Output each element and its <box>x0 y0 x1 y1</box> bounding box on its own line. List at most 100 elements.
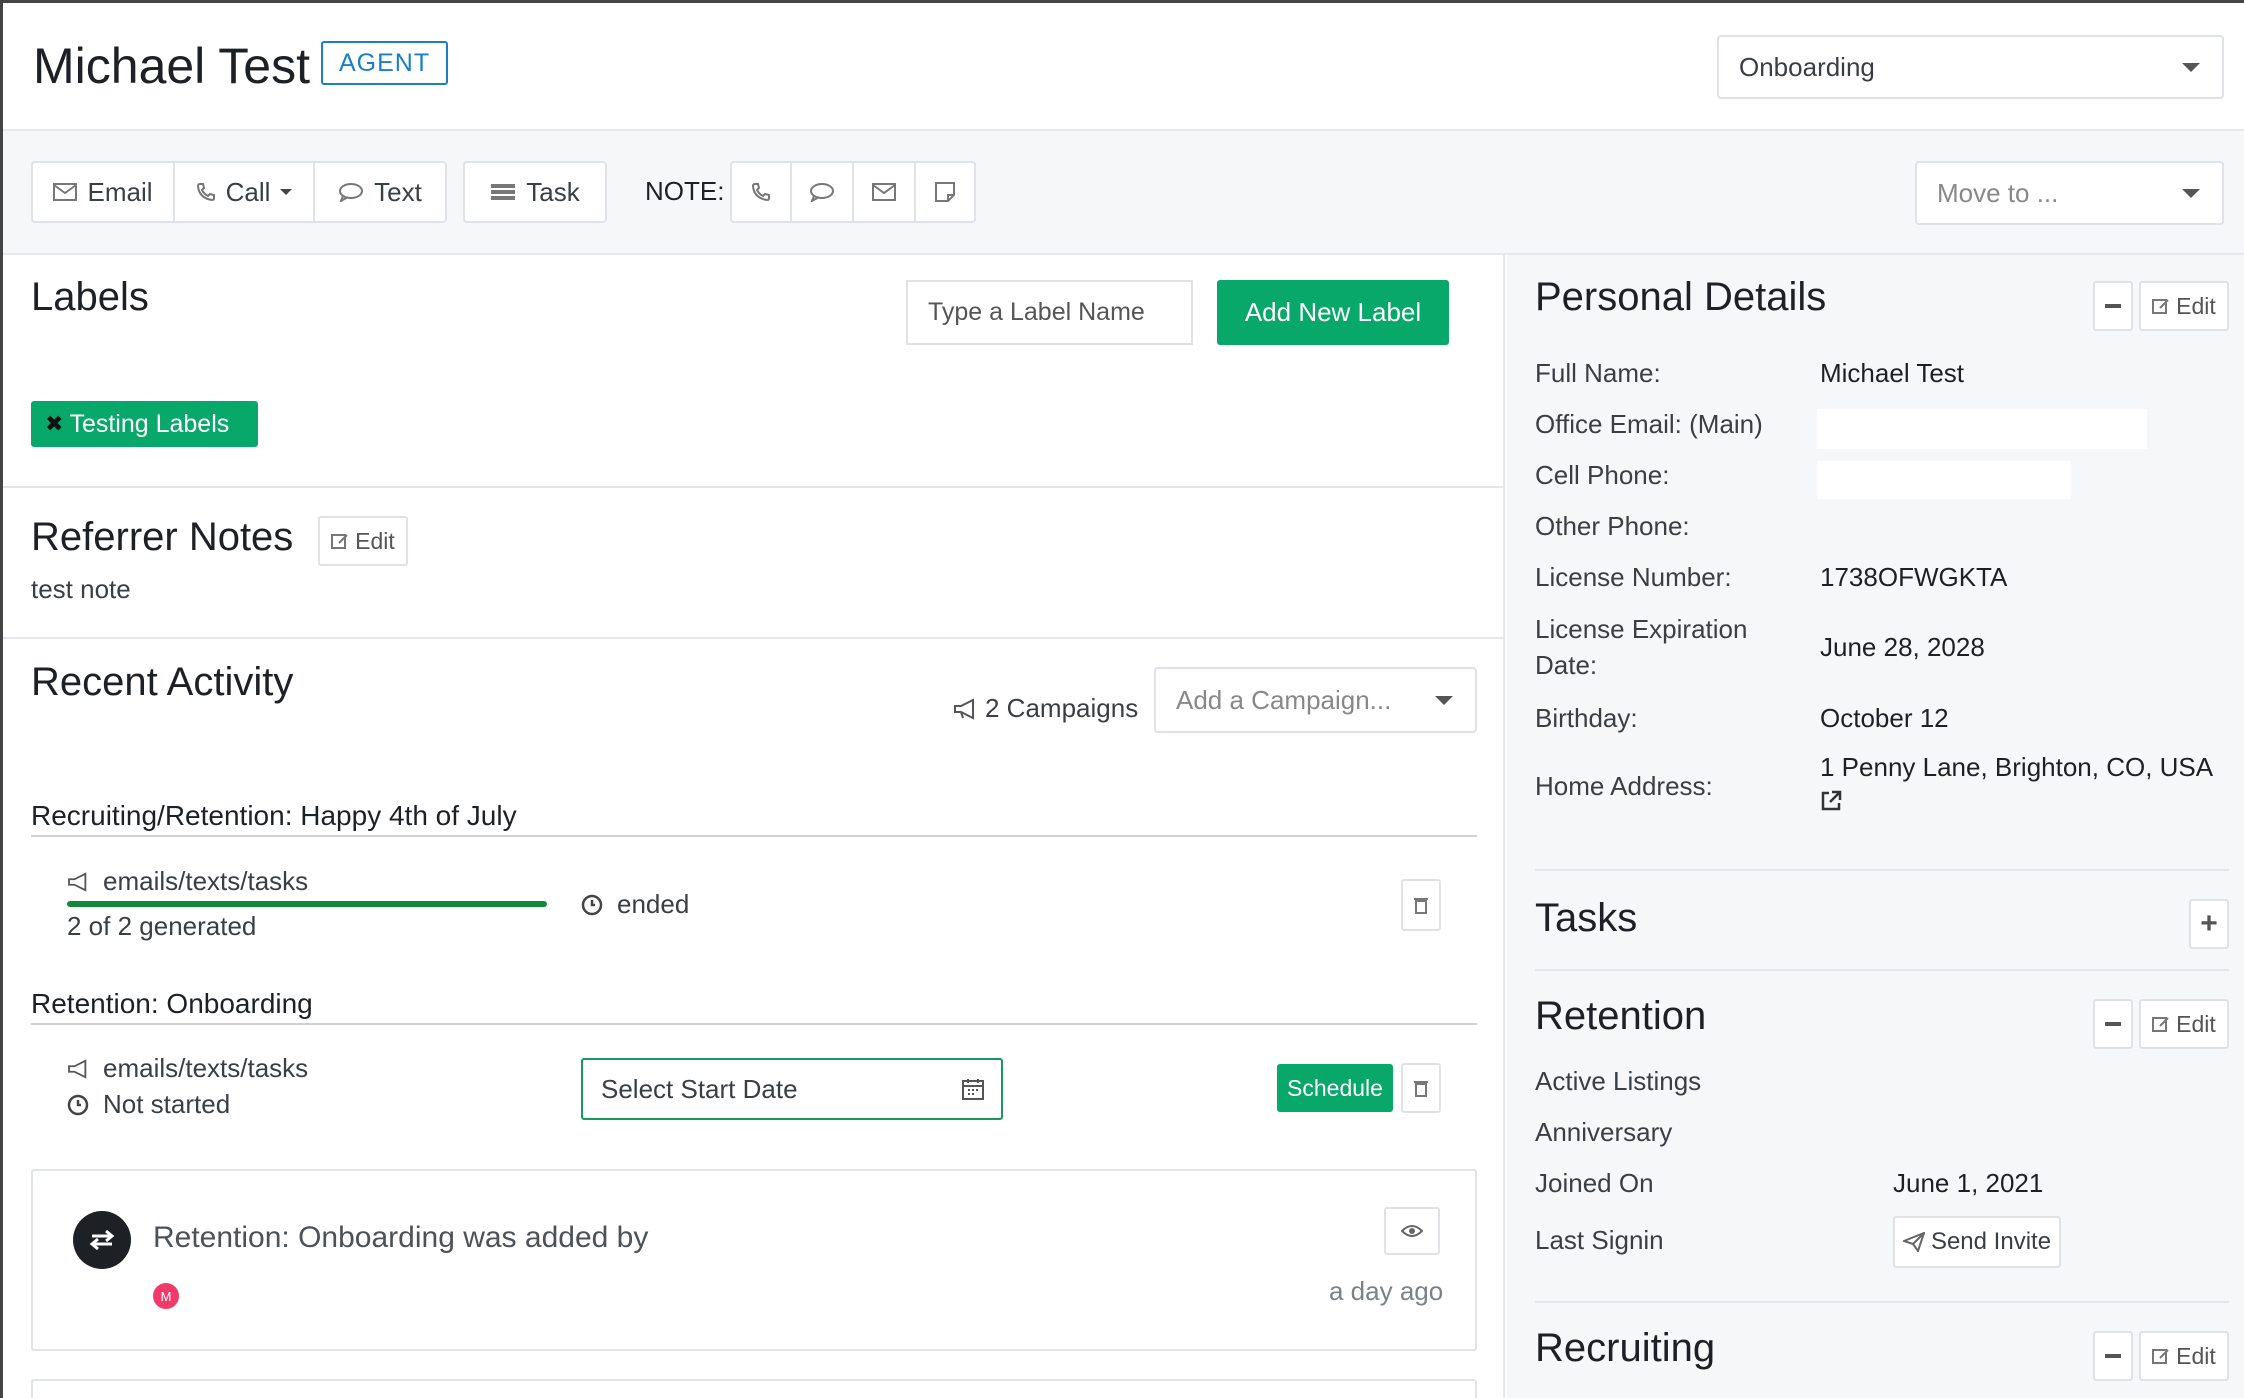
personal-details-heading: Personal Details <box>1535 275 1827 319</box>
retention-edit-button[interactable]: Edit <box>2139 999 2229 1049</box>
referrer-edit-button[interactable]: Edit <box>318 516 408 566</box>
minus-icon <box>2105 1354 2121 1358</box>
remove-label-icon[interactable]: ✖ <box>45 411 63 437</box>
start-date-placeholder: Select Start Date <box>601 1074 798 1104</box>
campaign-status-text: ended <box>617 889 690 919</box>
active-listings-label: Active Listings <box>1535 1066 1702 1096</box>
megaphone-icon <box>68 871 87 892</box>
collapse-retention-button[interactable] <box>2093 999 2133 1049</box>
speech-bubble-icon <box>810 183 834 202</box>
activity-event-text: Retention: Onboarding was added by <box>153 1221 649 1254</box>
tasks-heading: Tasks <box>1535 896 1638 940</box>
view-event-button[interactable] <box>1384 1207 1440 1255</box>
role-badge: AGENT <box>321 41 449 85</box>
envelope-icon <box>872 183 896 201</box>
edit-icon <box>2152 1349 2169 1364</box>
campaign-progress-bar <box>67 901 547 907</box>
joined-on-label: Joined On <box>1535 1168 1654 1198</box>
license-expiration-label-2: Date: <box>1535 650 1598 680</box>
note-text-button[interactable] <box>790 161 854 223</box>
section-divider <box>3 486 1505 488</box>
labels-heading: Labels <box>31 275 149 319</box>
edit-icon <box>2152 299 2169 314</box>
email-button[interactable]: Email <box>31 161 175 223</box>
paper-plane-icon <box>1902 1232 1925 1252</box>
campaigns-count: 2 Campaigns <box>953 693 1138 724</box>
megaphone-icon <box>68 1058 87 1079</box>
envelope-icon <box>53 183 78 201</box>
task-button[interactable]: Task <box>463 161 607 223</box>
campaign-type: emails/texts/tasks <box>67 866 308 897</box>
start-date-input[interactable]: Select Start Date <box>581 1058 1003 1120</box>
schedule-button[interactable]: Schedule <box>1277 1064 1393 1112</box>
add-task-button[interactable]: + <box>2189 899 2229 949</box>
referrer-notes-heading: Referrer Notes <box>31 515 294 559</box>
referrer-note-text: test note <box>31 574 131 604</box>
call-button-label: Call <box>225 176 271 207</box>
swap-icon <box>73 1211 131 1269</box>
campaign-status-text: Not started <box>103 1089 231 1119</box>
move-to-select[interactable]: Move to ... <box>1915 161 2224 225</box>
contact-name: Michael Test <box>33 38 310 94</box>
campaign-divider <box>31 835 1477 837</box>
recent-activity-heading: Recent Activity <box>31 660 294 704</box>
birthday-value: October 12 <box>1820 703 1949 733</box>
recruiting-edit-button[interactable]: Edit <box>2139 1331 2229 1381</box>
action-toolbar: Email Call Text Task NOTE: Move to ... <box>3 131 2244 255</box>
note-label: NOTE: <box>645 176 725 206</box>
collapse-personal-button[interactable] <box>2093 281 2133 331</box>
birthday-label: Birthday: <box>1535 703 1638 733</box>
add-new-label-button[interactable]: Add New Label <box>1217 280 1449 345</box>
trash-icon <box>1414 898 1428 914</box>
phone-icon <box>751 183 770 202</box>
campaign-title: Recruiting/Retention: Happy 4th of July <box>31 800 517 831</box>
sidebar-divider <box>1535 1301 2229 1303</box>
minus-icon <box>2105 1022 2121 1026</box>
note-sticky-button[interactable] <box>914 161 976 223</box>
retention-heading: Retention <box>1535 994 1707 1038</box>
task-button-label: Task <box>526 176 580 207</box>
last-signin-label: Last Signin <box>1535 1225 1664 1255</box>
collapse-recruiting-button[interactable] <box>2093 1331 2133 1381</box>
delete-campaign-button[interactable] <box>1401 879 1441 931</box>
external-link-icon[interactable] <box>1819 789 1843 813</box>
sidebar-divider <box>1535 869 2229 871</box>
campaign-status: ended <box>581 889 689 920</box>
chevron-down-icon <box>2182 63 2200 72</box>
eye-icon <box>1401 1225 1423 1237</box>
full-name-value: Michael Test <box>1820 358 1965 388</box>
sidebar-divider <box>1535 969 2229 971</box>
label-tag[interactable]: ✖ Testing Labels <box>31 401 258 447</box>
label-tag-text: Testing Labels <box>69 409 230 438</box>
license-expiration-value: June 28, 2028 <box>1820 632 1985 662</box>
campaign-generated: 2 of 2 generated <box>67 911 257 941</box>
send-invite-button[interactable]: Send Invite <box>1893 1216 2061 1268</box>
speech-bubble-icon <box>339 183 364 202</box>
cell-phone-value <box>1817 461 2071 499</box>
note-email-button[interactable] <box>852 161 916 223</box>
calendar-icon[interactable] <box>961 1077 985 1101</box>
stage-select-value: Onboarding <box>1739 52 1875 82</box>
move-to-placeholder: Move to ... <box>1937 178 2059 208</box>
campaign-divider <box>31 1023 1477 1025</box>
license-number-value: 1738OFWGKTA <box>1820 562 2008 592</box>
text-button-label: Text <box>374 176 422 207</box>
campaign-title: Retention: Onboarding <box>31 988 313 1019</box>
note-call-button[interactable] <box>730 161 792 223</box>
label-name-input[interactable]: Type a Label Name <box>906 280 1193 345</box>
add-campaign-placeholder: Add a Campaign... <box>1176 685 1392 715</box>
text-button[interactable]: Text <box>313 161 447 223</box>
call-button[interactable]: Call <box>173 161 315 223</box>
plus-icon: + <box>2200 907 2218 940</box>
personal-edit-button[interactable]: Edit <box>2139 281 2229 331</box>
activity-event-card <box>31 1169 1477 1351</box>
edit-icon <box>331 534 348 549</box>
add-campaign-select[interactable]: Add a Campaign... <box>1154 667 1477 733</box>
recruiting-heading: Recruiting <box>1535 1326 1716 1370</box>
office-email-value <box>1817 409 2147 449</box>
delete-campaign-button[interactable] <box>1401 1063 1441 1113</box>
campaigns-count-text: 2 Campaigns <box>985 693 1139 723</box>
retention-edit-label: Edit <box>2176 1010 2216 1037</box>
campaign-type-text: emails/texts/tasks <box>103 1053 309 1083</box>
stage-select[interactable]: Onboarding <box>1717 35 2224 99</box>
